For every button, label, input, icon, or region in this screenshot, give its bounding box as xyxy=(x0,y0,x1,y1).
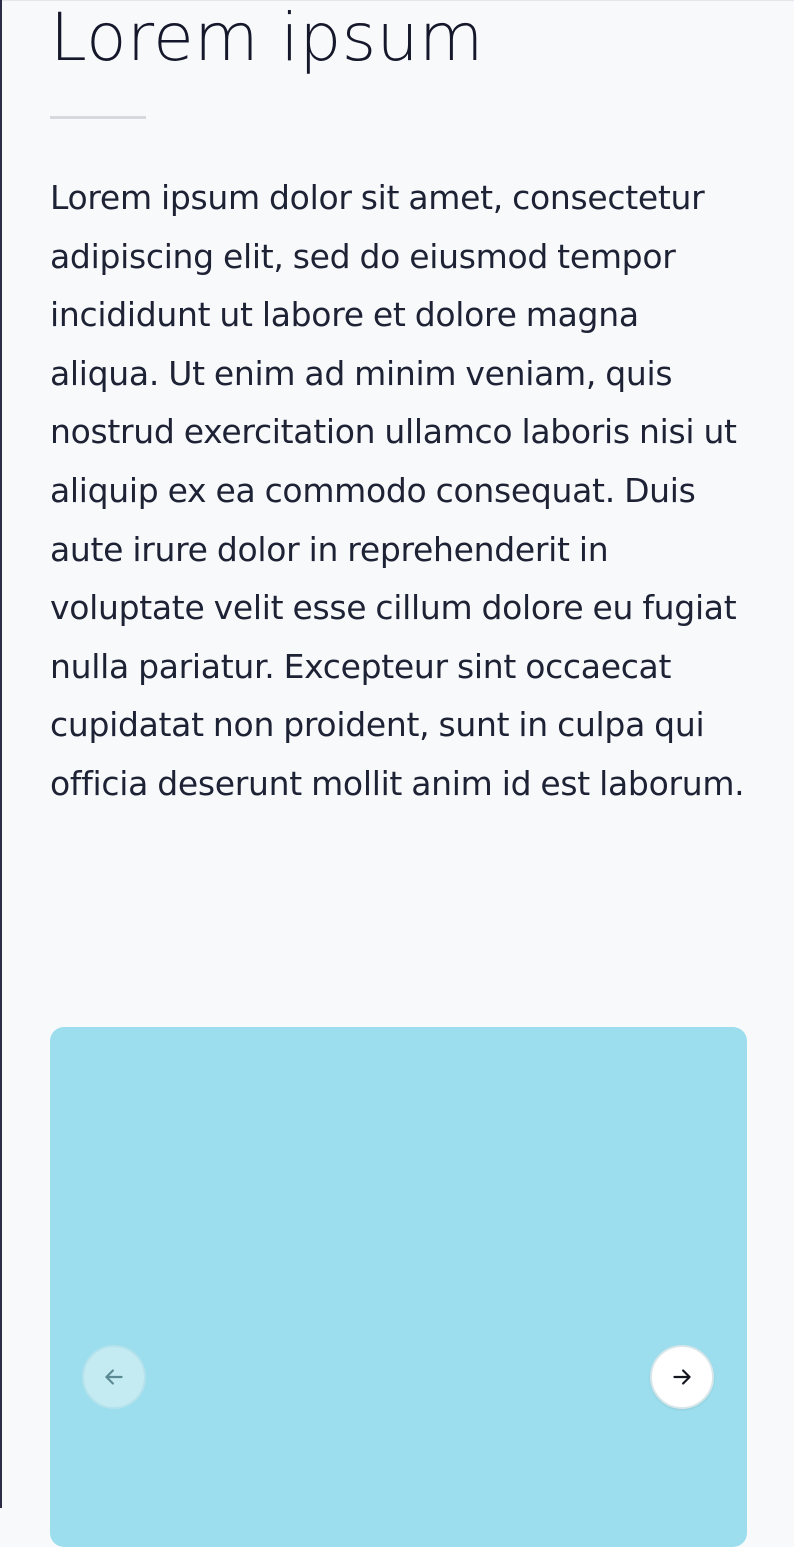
arrow-left-icon xyxy=(101,1364,127,1390)
page-left-border xyxy=(0,0,2,1508)
carousel-next-button[interactable] xyxy=(650,1345,714,1409)
arrow-right-icon xyxy=(669,1364,695,1390)
article-body: Lorem ipsum dolor sit amet, consectetur … xyxy=(50,178,745,803)
image-carousel xyxy=(50,1027,747,1547)
carousel-prev-button[interactable] xyxy=(82,1345,146,1409)
page-title: Lorem ipsum xyxy=(50,0,484,76)
title-divider xyxy=(50,116,146,119)
